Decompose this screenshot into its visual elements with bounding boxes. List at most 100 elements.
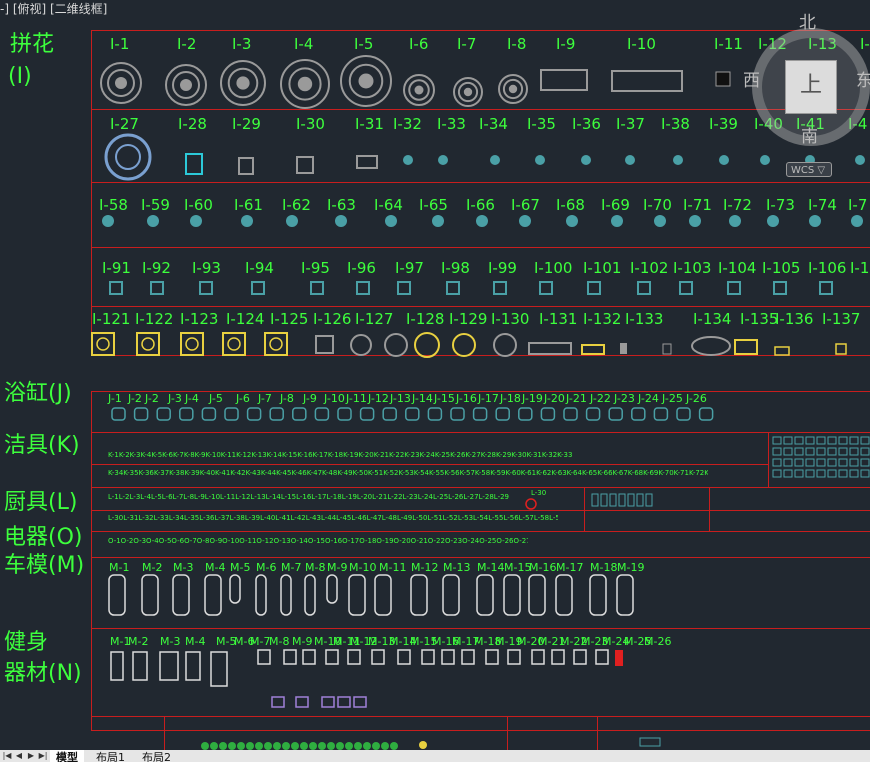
dot-symbol [147,215,159,227]
plant-symbol [354,742,362,750]
plant-symbol [228,742,236,750]
plant-symbol [273,742,281,750]
view-cube-top-face[interactable]: 上 [785,60,837,114]
plant-symbol [390,742,398,750]
rosette-symbol [115,77,127,89]
tile-symbol [315,335,334,354]
gym-symbol [485,649,499,665]
gym-symbol [271,696,285,708]
car-symbol [255,574,267,616]
dot-symbol [719,155,729,165]
gym-symbol [337,696,351,708]
tile-symbol [185,153,203,175]
gym-symbol [371,649,385,665]
first-tab-button[interactable]: |◀ [2,751,12,761]
tile-symbol [819,281,833,295]
gym-symbol [110,651,124,681]
bathtub-symbol [472,407,488,421]
view-cube[interactable]: 北 西 东 南 上 WCS ▽ [743,13,870,177]
dot-symbol [809,215,821,227]
car-symbol [304,574,316,616]
rosette-symbol [236,76,250,90]
view-cube-south[interactable]: 南 [801,122,818,147]
rosette-symbol [358,73,374,89]
tile-symbol [727,281,741,295]
fixture-symbol [849,458,859,467]
tab-layout2[interactable]: 布局2 [136,750,177,762]
plant-symbol [219,742,227,750]
tile-symbol [773,281,787,295]
car-symbol [555,574,573,616]
bathtub-symbol [224,407,239,421]
tile-symbol [356,281,370,295]
tile-symbol [238,157,254,175]
prev-tab-button[interactable]: ◀ [14,751,24,761]
fixture-symbol [849,469,859,478]
panel-symbol [581,344,605,355]
dot-symbol [335,215,347,227]
car-symbol [326,574,338,604]
dot-symbol [625,155,635,165]
panel-symbol [835,343,847,355]
fixture-symbol [772,447,782,456]
rosette-symbol [115,144,141,170]
car-symbol [229,574,241,604]
tile-symbol [91,332,115,356]
view-cube-east[interactable]: 东 [856,66,870,91]
gym-symbol [507,649,521,665]
bathtub-symbol [427,407,443,421]
dot-symbol [566,215,578,227]
fixture-symbol [849,447,859,456]
panel-symbol [611,70,683,92]
car-symbol [348,574,366,616]
view-cube-north[interactable]: 北 [799,8,816,33]
bathtub-symbol [450,407,465,421]
tile-symbol [637,281,651,295]
drawing-canvas[interactable]: -] [俯视] [二维线框] 拼花 (I) 浴缸(J) 洁具(K) 厨具(L) 电器(O)… [0,0,870,762]
next-tab-button[interactable]: ▶ [26,751,36,761]
gym-symbol [159,651,179,681]
rosette-symbol [508,84,518,94]
bathtub-symbol [540,407,556,421]
plant-symbol [372,742,380,750]
tile-symbol [185,337,199,351]
car-symbol [204,574,222,616]
dot-symbol [438,155,448,165]
plant-symbol [327,742,335,750]
fixture-symbol [609,493,617,507]
view-cube-west[interactable]: 西 [743,66,760,91]
panel-symbol [691,336,731,356]
rosette-symbol [104,133,152,181]
dot-symbol [535,155,545,165]
fixture-symbol [816,436,826,445]
car-symbol [374,574,392,616]
tile-symbol [397,281,411,295]
wcs-menu[interactable]: WCS ▽ [786,162,832,177]
gym-symbol [551,649,565,665]
car-symbol [410,574,428,616]
gym-symbol [421,649,435,665]
fixture-symbol [860,436,870,445]
dot-symbol [654,215,666,227]
tab-layout1[interactable]: 布局1 [90,750,131,762]
fixture-symbol [816,458,826,467]
fixture-symbol [772,469,782,478]
fixture-symbol [525,498,537,510]
bathtub-symbol [201,407,217,421]
plant-symbol [282,742,290,750]
plant-symbol [246,742,254,750]
gym-symbol [132,651,148,681]
bathtub-symbol [676,407,691,421]
bathtub-symbol [269,407,284,421]
fixture-symbol [849,436,859,445]
bathtub-symbol [133,407,149,421]
panel-symbol [774,346,790,356]
last-tab-button[interactable]: ▶| [38,751,48,761]
tab-model[interactable]: 模型 [50,750,84,762]
tile-symbol [587,281,601,295]
fixture-symbol [794,458,804,467]
tile-symbol [296,156,314,174]
plant-symbol [363,742,371,750]
tile-symbol [150,281,164,295]
fixture-symbol [827,436,837,445]
